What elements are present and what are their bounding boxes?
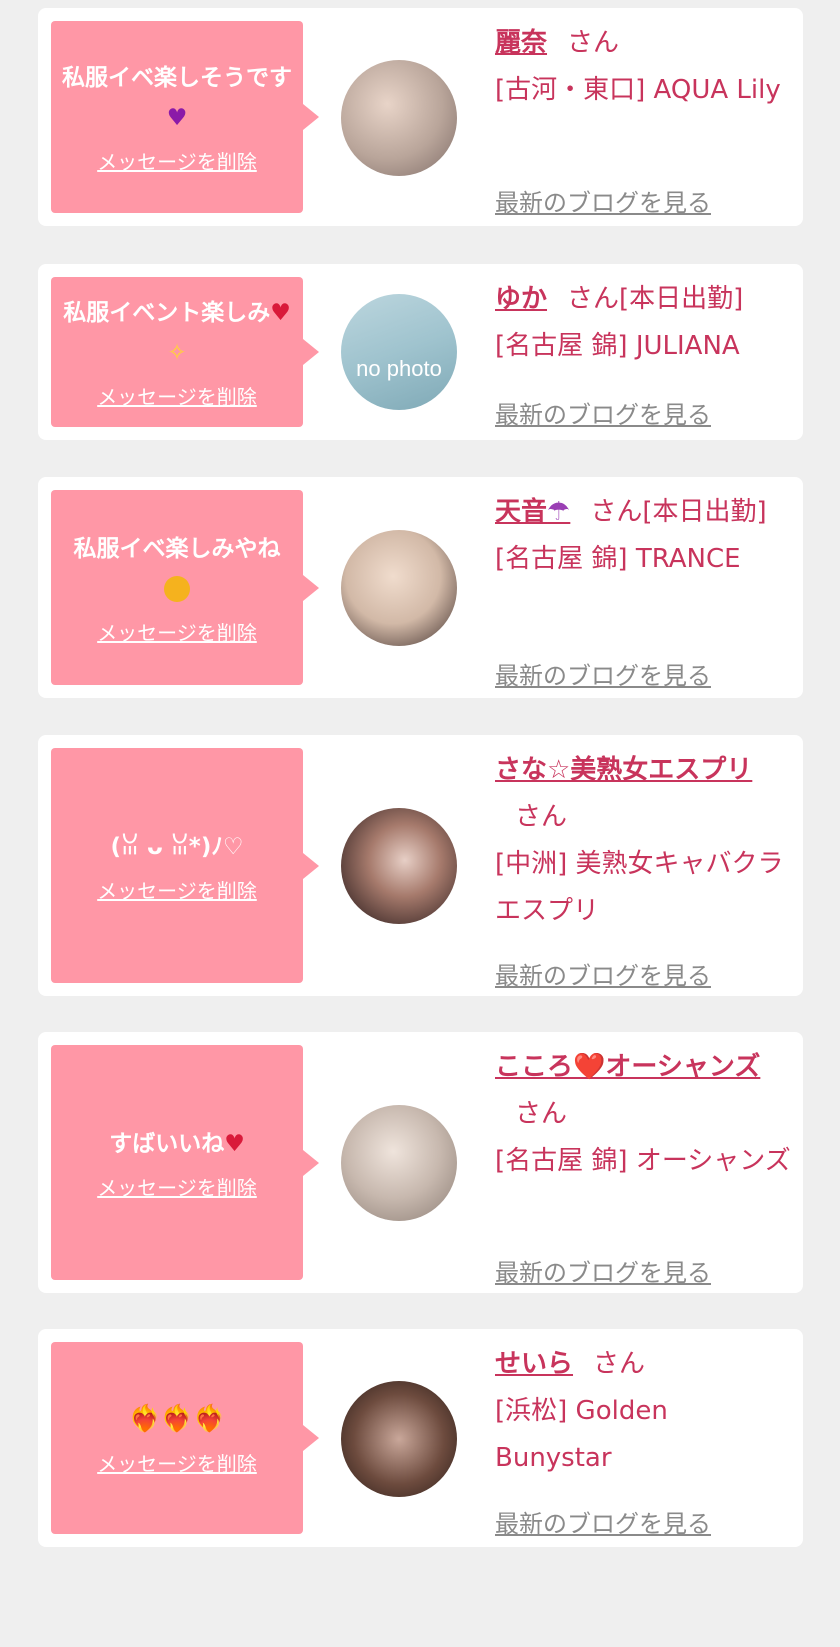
profile-info: さな☆美熟女エスプリさん [中洲] 美熟女キャバクラ エスプリ 最新のブログを見…	[495, 747, 791, 990]
name-line: さな☆美熟女エスプリさん	[495, 747, 791, 841]
profile-name-link[interactable]: ゆか	[495, 284, 547, 314]
avatar[interactable]	[341, 530, 457, 646]
message-card: 私服イベ楽しみやね メッセージを削除 天音☂ さん[本日出勤] [名古屋 錦] T…	[38, 477, 803, 698]
status-badge: [本日出勤]	[642, 497, 767, 527]
honorific: さん	[567, 28, 620, 58]
message-card: 私服イベ楽しそうです ♥ メッセージを削除 麗奈 さん [古河・東口] AQUA L…	[38, 8, 803, 226]
shop-name: [名古屋 錦] オーシャンズ	[495, 1146, 791, 1176]
shop-name: [中洲] 美熟女キャバクラ エスプリ	[495, 849, 784, 926]
avatar[interactable]	[341, 60, 457, 176]
no-photo-label: no photo	[356, 356, 442, 381]
name-line: 麗奈 さん	[495, 20, 791, 67]
shop-name: [浜松] Golden Bunystar	[495, 1396, 668, 1473]
honorific: さん	[515, 802, 568, 832]
honorific: さん	[515, 1099, 568, 1129]
message-body: 私服イベ楽しみやね	[73, 535, 281, 562]
message-body: 私服イベ楽しそうです	[62, 65, 292, 91]
shop-name: [古河・東口] AQUA Lily	[495, 75, 781, 105]
message-card: 私服イベント楽しみ♥ ✧ メッセージを削除 no photo ゆか さん[本日出勤]…	[38, 264, 803, 440]
profile-name-link[interactable]: 麗奈	[495, 28, 547, 58]
profile-info: ゆか さん[本日出勤] [名古屋 錦] JULIANA 最新のブログを見る	[495, 276, 791, 429]
message-text: 私服イベ楽しみやね	[61, 529, 293, 609]
message-text: ❤️‍🔥❤️‍🔥❤️‍🔥	[128, 1399, 225, 1440]
message-bubble: すばいいね♥ メッセージを削除	[51, 1045, 319, 1280]
name-line: 天音☂ さん[本日出勤]	[495, 489, 791, 536]
status-badge: [本日出勤]	[619, 284, 744, 314]
message-text: 私服イベント楽しみ♥ ✧	[61, 293, 293, 373]
message-card: (ꈍ ᴗ ꈍ*)ﾉ♡ メッセージを削除 さな☆美熟女エスプリさん [中洲] 美熟…	[38, 735, 803, 996]
jellyfish-icon: ☂	[547, 497, 571, 527]
message-text: (ꈍ ᴗ ꈍ*)ﾉ♡	[110, 833, 244, 860]
latest-blog-link[interactable]: 最新のブログを見る	[495, 1501, 711, 1548]
profile-name-link[interactable]: せいら	[495, 1349, 573, 1379]
profile-name-link[interactable]: 天音☂	[495, 497, 570, 527]
message-bubble: 私服イベント楽しみ♥ ✧ メッセージを削除	[51, 277, 319, 427]
message-list: 私服イベ楽しそうです♥ メッセージを削除 麗奈 さん [古河・東口] AQUA L…	[0, 0, 840, 1647]
latest-blog-link[interactable]: 最新のブログを見る	[495, 653, 711, 700]
shop-name: [名古屋 錦] JULIANA	[495, 331, 740, 361]
heart-icon: ♥	[270, 300, 291, 326]
delete-message-link[interactable]: メッセージを削除	[97, 1174, 257, 1202]
delete-message-link[interactable]: メッセージを削除	[97, 383, 257, 411]
profile-name-link[interactable]: こころ❤️オーシャンズ	[495, 1052, 760, 1082]
name-line: せいら さん	[495, 1341, 791, 1388]
profile-name-link[interactable]: さな☆美熟女エスプリ	[495, 755, 752, 785]
honorific: さん	[567, 284, 620, 314]
message-body: すばいいね	[109, 1130, 225, 1157]
message-text: すばいいね♥	[109, 1124, 245, 1164]
fire-heart-icons: ❤️‍🔥❤️‍🔥❤️‍🔥	[128, 1403, 226, 1434]
message-body: 私服イベント楽しみ	[63, 300, 271, 326]
avatar[interactable]	[341, 1105, 457, 1221]
latest-blog-link[interactable]: 最新のブログを見る	[495, 392, 711, 439]
profile-info: 天音☂ さん[本日出勤] [名古屋 錦] TRANCE 最新のブログを見る	[495, 489, 791, 690]
profile-info: せいら さん [浜松] Golden Bunystar 最新のブログを見る	[495, 1341, 791, 1538]
message-bubble: ❤️‍🔥❤️‍🔥❤️‍🔥 メッセージを削除	[51, 1342, 319, 1534]
name-line: ゆか さん[本日出勤]	[495, 276, 791, 323]
delete-message-link[interactable]: メッセージを削除	[97, 877, 257, 905]
purple-heart-icon: ♥	[166, 105, 188, 131]
delete-message-link[interactable]: メッセージを削除	[97, 619, 257, 647]
latest-blog-link[interactable]: 最新のブログを見る	[495, 953, 711, 1000]
avatar[interactable]	[341, 1381, 457, 1497]
heart-icon: ♥	[224, 1130, 245, 1157]
honorific: さん	[590, 497, 643, 527]
profile-info: 麗奈 さん [古河・東口] AQUA Lily 最新のブログを見る	[495, 20, 791, 217]
name-line: こころ❤️オーシャンズさん	[495, 1044, 791, 1138]
avatar[interactable]	[341, 808, 457, 924]
sparkle-icon: ✧	[167, 340, 187, 366]
honorific: さん	[593, 1349, 646, 1379]
message-card: すばいいね♥ メッセージを削除 こころ❤️オーシャンズさん [名古屋 錦] オー…	[38, 1032, 803, 1293]
shop-name: [名古屋 錦] TRANCE	[495, 544, 741, 574]
profile-info: こころ❤️オーシャンズさん [名古屋 錦] オーシャンズ 最新のブログを見る	[495, 1044, 791, 1287]
latest-blog-link[interactable]: 最新のブログを見る	[495, 180, 711, 227]
delete-message-link[interactable]: メッセージを削除	[97, 1450, 257, 1478]
profile-name-text: 天音	[495, 497, 548, 527]
message-bubble: (ꈍ ᴗ ꈍ*)ﾉ♡ メッセージを削除	[51, 748, 319, 983]
avatar[interactable]: no photo	[341, 294, 457, 410]
message-bubble: 私服イベ楽しそうです ♥ メッセージを削除	[51, 21, 319, 213]
delete-message-link[interactable]: メッセージを削除	[97, 148, 257, 176]
message-bubble: 私服イベ楽しみやね メッセージを削除	[51, 490, 319, 685]
smile-icon	[164, 576, 190, 602]
message-card: ❤️‍🔥❤️‍🔥❤️‍🔥 メッセージを削除 せいら さん [浜松] Golden …	[38, 1329, 803, 1547]
latest-blog-link[interactable]: 最新のブログを見る	[495, 1250, 711, 1297]
message-text: 私服イベ楽しそうです ♥	[61, 58, 293, 138]
